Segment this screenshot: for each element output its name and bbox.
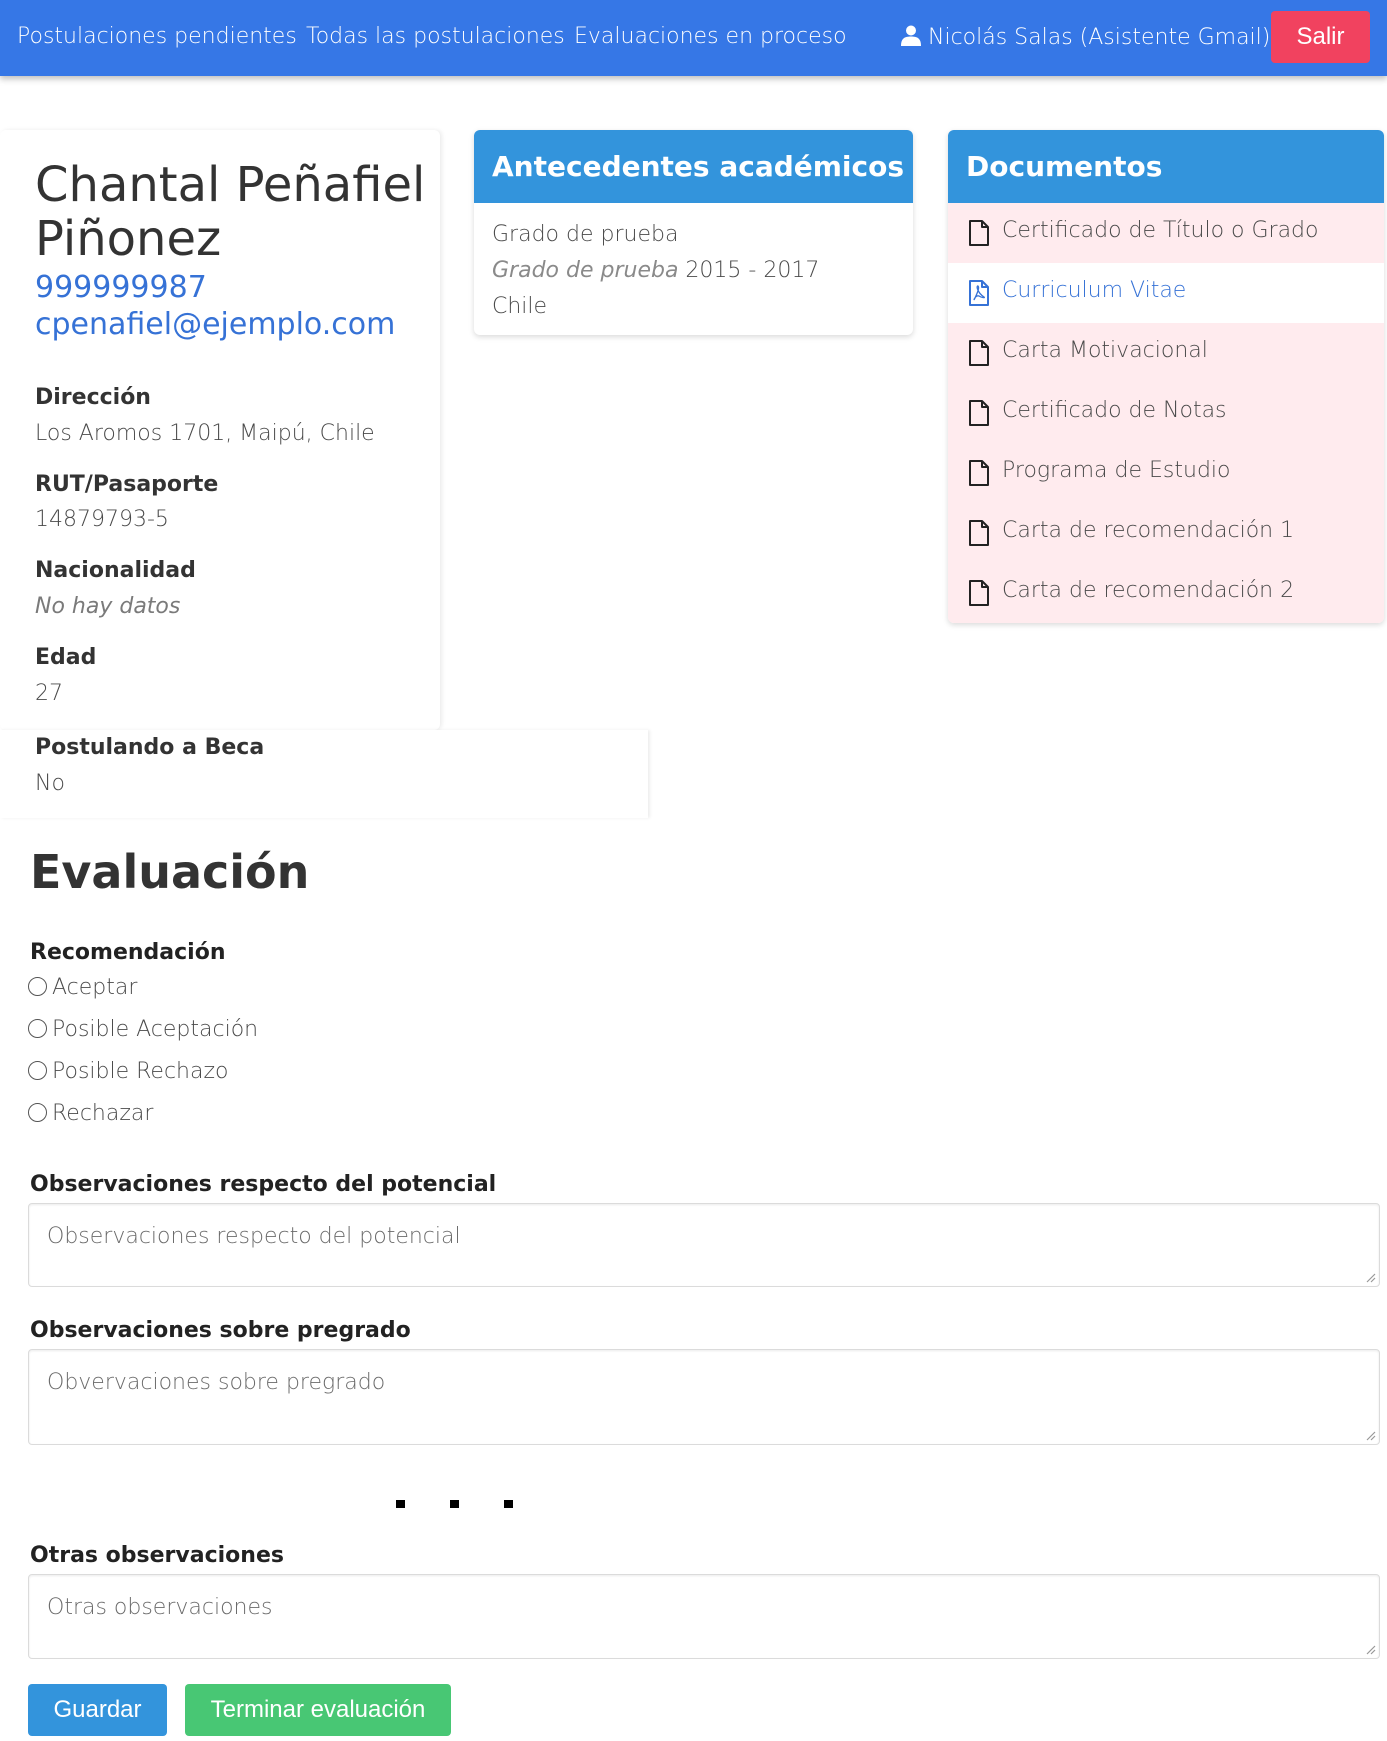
document-item-recommendation-1[interactable]: Carta de recomendación 1 xyxy=(948,503,1384,563)
save-button[interactable]: Guardar xyxy=(28,1684,167,1736)
nationality-value: No hay datos xyxy=(35,594,181,619)
degree-years-line: Grado de prueba 2015 - 2017 xyxy=(492,258,819,283)
document-label: Programa de Estudio xyxy=(1002,458,1231,483)
recommendation-label: Recomendación xyxy=(30,940,226,965)
file-icon xyxy=(969,460,989,486)
radio-button[interactable] xyxy=(28,1019,47,1038)
radio-button[interactable] xyxy=(28,1061,47,1080)
undergrad-textarea[interactable]: Obvervaciones sobre pregrado xyxy=(28,1349,1380,1445)
nav-pending-applications[interactable]: Postulaciones pendientes xyxy=(17,24,297,49)
undergrad-placeholder: Obvervaciones sobre pregrado xyxy=(47,1370,386,1395)
file-icon xyxy=(969,580,989,606)
rut-value: 14879793-5 xyxy=(35,507,169,532)
potential-label: Observaciones respecto del potencial xyxy=(30,1172,497,1197)
document-item-curriculum-vitae[interactable]: Curriculum Vitae xyxy=(948,263,1384,323)
other-observations-textarea[interactable]: Otras observaciones xyxy=(28,1574,1380,1659)
radio-label: Rechazar xyxy=(52,1101,154,1126)
user-name: Nicolás Salas (Asistente Gmail) xyxy=(928,25,1271,50)
document-label: Carta de recomendación 2 xyxy=(1002,578,1295,603)
degree-name: Grado de prueba xyxy=(492,222,679,247)
academic-card: Antecedentes académicos Grado de prueba … xyxy=(474,130,913,335)
scholarship-label: Postulando a Beca xyxy=(35,735,265,760)
radio-label: Posible Rechazo xyxy=(52,1059,229,1084)
candidate-email-link[interactable]: cpenafiel@ejemplo.com xyxy=(35,307,395,342)
academic-card-title: Antecedentes académicos xyxy=(474,130,913,203)
candidate-name: Chantal Peñafiel Piñonez xyxy=(35,157,426,267)
document-item-motivation-letter[interactable]: Carta Motivacional xyxy=(948,323,1384,383)
document-item-transcript[interactable]: Certificado de Notas xyxy=(948,383,1384,443)
document-item-recommendation-2[interactable]: Carta de recomendación 2 xyxy=(948,563,1384,623)
radio-button[interactable] xyxy=(28,977,47,996)
file-icon xyxy=(969,520,989,546)
degree-country: Chile xyxy=(492,294,548,319)
potential-textarea[interactable]: Observaciones respecto del potencial xyxy=(28,1203,1380,1287)
degree-institution: Grado de prueba xyxy=(492,258,679,283)
document-label: Certificado de Título o Grado xyxy=(1002,218,1319,243)
radio-rechazar[interactable]: Rechazar xyxy=(28,1101,153,1126)
nav-all-applications[interactable]: Todas las postulaciones xyxy=(306,24,565,49)
document-item-degree-certificate[interactable]: Certificado de Título o Grado xyxy=(948,203,1384,263)
radio-posible-aceptacion[interactable]: Posible Aceptación xyxy=(28,1017,258,1042)
age-value: 27 xyxy=(35,681,63,706)
pdf-file-icon xyxy=(969,280,989,306)
resize-handle-icon[interactable] xyxy=(1364,1271,1376,1283)
resize-handle-icon[interactable] xyxy=(1364,1429,1376,1441)
undergrad-label: Observaciones sobre pregrado xyxy=(30,1318,411,1343)
document-item-study-program[interactable]: Programa de Estudio xyxy=(948,443,1384,503)
file-icon xyxy=(969,400,989,426)
scholarship-value: No xyxy=(35,771,65,796)
document-label: Certificado de Notas xyxy=(1002,398,1227,423)
radio-label: Aceptar xyxy=(52,975,138,1000)
rut-label: RUT/Pasaporte xyxy=(35,472,219,497)
radio-aceptar[interactable]: Aceptar xyxy=(28,975,137,1000)
nav-evaluations-in-progress[interactable]: Evaluaciones en proceso xyxy=(574,24,847,49)
radio-label: Posible Aceptación xyxy=(52,1017,259,1042)
user-icon xyxy=(901,25,921,46)
file-icon xyxy=(969,340,989,366)
file-icon xyxy=(969,220,989,246)
ellipsis-dot xyxy=(396,1500,405,1508)
finish-evaluation-button[interactable]: Terminar evaluación xyxy=(185,1684,451,1736)
top-navbar: Postulaciones pendientes Todas las postu… xyxy=(0,0,1387,76)
evaluation-title: Evaluación xyxy=(30,845,310,899)
current-user[interactable]: Nicolás Salas (Asistente Gmail) xyxy=(900,24,1270,50)
candidate-phone-link[interactable]: 999999987 xyxy=(35,270,207,305)
degree-years: 2015 - 2017 xyxy=(685,258,820,283)
document-label: Carta Motivacional xyxy=(1002,338,1208,363)
address-value: Los Aromos 1701, Maipú, Chile xyxy=(35,421,375,446)
resize-handle-icon[interactable] xyxy=(1364,1643,1376,1655)
ellipsis-dot xyxy=(450,1500,459,1508)
other-observations-placeholder: Otras observaciones xyxy=(47,1595,273,1620)
address-label: Dirección xyxy=(35,385,151,410)
potential-placeholder: Observaciones respecto del potencial xyxy=(47,1224,461,1249)
document-label: Carta de recomendación 1 xyxy=(1002,518,1295,543)
ellipsis-dot xyxy=(504,1500,513,1508)
radio-button[interactable] xyxy=(28,1103,47,1122)
logout-button[interactable]: Salir xyxy=(1271,11,1370,63)
documents-card: Documentos Certificado de Título o Grado… xyxy=(948,130,1384,623)
other-observations-label: Otras observaciones xyxy=(30,1543,284,1568)
nationality-label: Nacionalidad xyxy=(35,558,196,583)
age-label: Edad xyxy=(35,645,97,670)
document-label: Curriculum Vitae xyxy=(1002,278,1187,303)
documents-card-title: Documentos xyxy=(948,130,1384,203)
radio-posible-rechazo[interactable]: Posible Rechazo xyxy=(28,1059,228,1084)
